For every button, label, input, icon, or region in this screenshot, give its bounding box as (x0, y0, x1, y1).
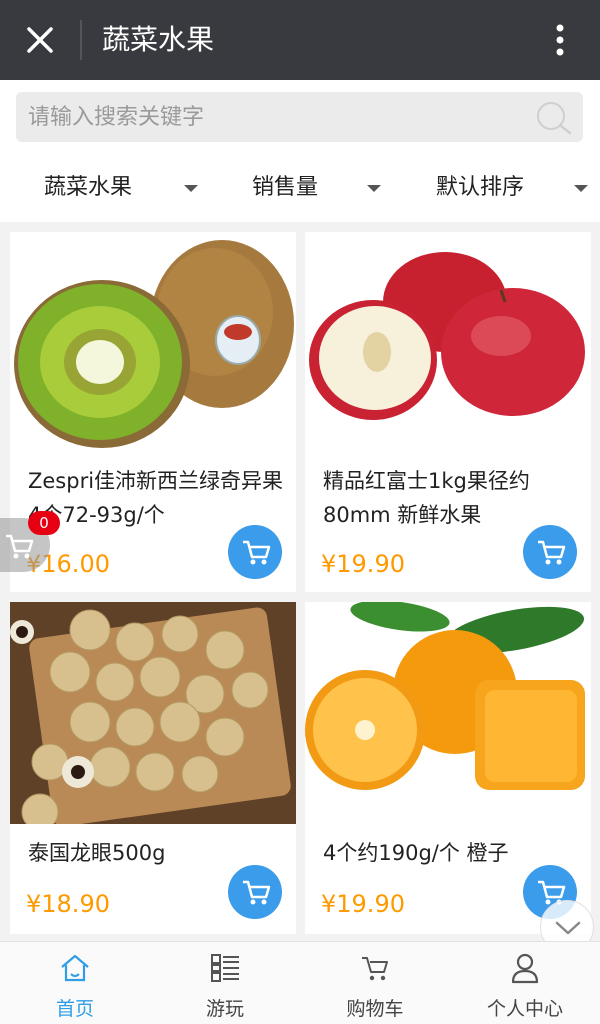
chevron-down-icon (574, 185, 588, 192)
close-button[interactable] (20, 20, 60, 60)
home-icon (61, 954, 89, 982)
product-image-oranges[interactable] (305, 602, 591, 824)
cart-icon (243, 880, 271, 905)
header-divider (80, 20, 82, 60)
tab-play-label: 游玩 (205, 998, 244, 1020)
search-filter-panel: 蔬菜水果 销售量 默认排序 (0, 80, 600, 222)
close-icon (27, 27, 53, 53)
filter-category-label: 蔬菜水果 (44, 175, 133, 200)
product-image-kiwi[interactable] (10, 232, 296, 454)
product-name[interactable]: Zespri佳沛新西兰绿奇异果4个72-93g/个 (28, 464, 288, 532)
tab-cart-label: 购物车 (346, 998, 404, 1020)
filter-sales-label: 销售量 (252, 175, 319, 200)
product-name[interactable]: 精品红富士1kg果径约80mm 新鲜水果 (323, 464, 583, 532)
filter-sales[interactable]: 销售量 (252, 168, 387, 208)
add-to-cart-button[interactable] (228, 525, 282, 579)
filter-category[interactable]: 蔬菜水果 (44, 168, 204, 208)
top-bar: 蔬菜水果 (0, 0, 600, 80)
product-card[interactable]: 4个约190g/个 橙子 ¥19.90 (305, 602, 591, 934)
page-title: 蔬菜水果 (102, 23, 215, 56)
chevron-down-icon (367, 185, 381, 192)
cart-icon (243, 540, 271, 565)
tab-play[interactable]: 游玩 (150, 942, 300, 1024)
product-card[interactable]: 精品红富士1kg果径约80mm 新鲜水果 ¥19.90 (305, 232, 591, 592)
filter-sort[interactable]: 默认排序 (436, 168, 594, 208)
bottom-tab-bar: 首页 游玩 购物车 个人中心 (0, 941, 600, 1024)
add-to-cart-button[interactable] (523, 525, 577, 579)
tab-cart[interactable]: 购物车 (300, 942, 450, 1024)
more-vertical-icon (556, 24, 564, 56)
search-icon[interactable] (534, 100, 574, 136)
chevron-down-icon (184, 185, 198, 192)
product-image-apples[interactable] (305, 232, 591, 454)
search-input[interactable] (28, 92, 528, 142)
more-button[interactable] (545, 20, 575, 60)
search-box (16, 92, 583, 142)
cart-icon (538, 540, 566, 565)
tab-home[interactable]: 首页 (0, 942, 150, 1024)
product-price: ¥18.90 (26, 890, 110, 918)
product-card[interactable]: Zespri佳沛新西兰绿奇异果4个72-93g/个 ¥16.00 (10, 232, 296, 592)
cart-count-badge: 0 (28, 511, 60, 535)
product-price: ¥19.90 (321, 890, 405, 918)
add-to-cart-button[interactable] (228, 865, 282, 919)
tab-profile[interactable]: 个人中心 (450, 942, 600, 1024)
user-icon (511, 953, 539, 984)
list-icon (211, 954, 239, 982)
cart-icon (362, 957, 388, 981)
tab-profile-label: 个人中心 (486, 998, 563, 1020)
tab-home-label: 首页 (55, 998, 94, 1020)
filter-sort-label: 默认排序 (436, 175, 525, 200)
product-price: ¥19.90 (321, 550, 405, 578)
product-image-longan[interactable] (10, 602, 296, 824)
product-card[interactable]: 泰国龙眼500g ¥18.90 (10, 602, 296, 934)
